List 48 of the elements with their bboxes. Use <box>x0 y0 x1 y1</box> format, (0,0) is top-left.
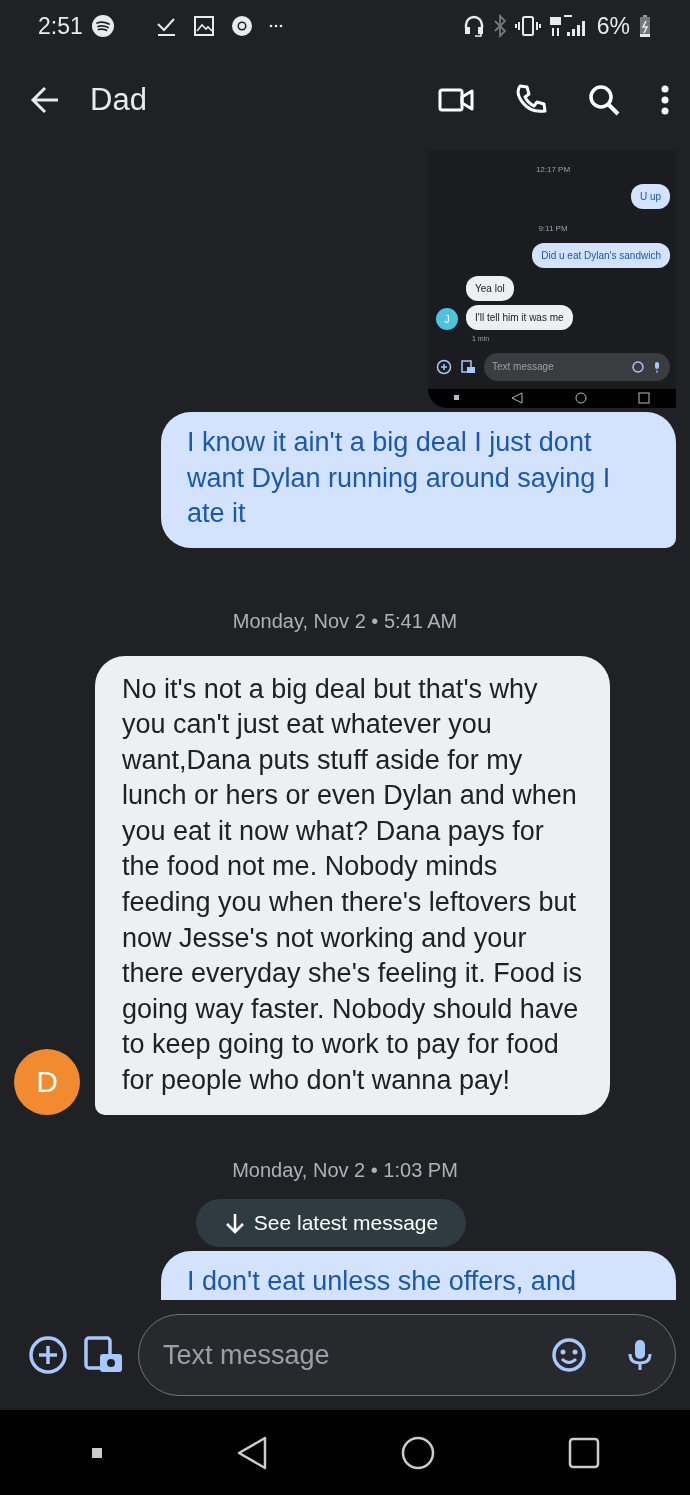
home-circle-icon <box>574 392 587 405</box>
add-button[interactable] <box>28 1335 68 1375</box>
add-icon <box>436 358 452 375</box>
more-options-icon[interactable] <box>660 85 670 115</box>
back-triangle-icon[interactable] <box>235 1434 268 1471</box>
mic-icon[interactable] <box>627 1338 653 1372</box>
browser-icon <box>230 15 253 37</box>
jump-button[interactable]: See latest message <box>196 1199 466 1247</box>
timestamp: Monday, Nov 2 • 5:41 AM <box>231 608 459 634</box>
vibrate-icon <box>514 14 541 38</box>
battery-level: 6% <box>596 11 630 41</box>
headset-icon <box>462 14 485 38</box>
message-field[interactable]: Text message <box>138 1314 676 1396</box>
contact-avatar: J <box>436 308 458 330</box>
emoji-icon[interactable] <box>551 1337 587 1373</box>
received-message: No it's not a big deal but that's why you can't just eat whatever you want,Dana puts stuff aside for my lunch or hers or even Dylan and when you eat it now what? Dana pays for the food not me. Nobody minds feeding you when there's leftovers but now Jesse's not working and your there everyday she's feeling it. Food is going way faster. Nobody should have to keep going to work to pay for food for people who don't wanna pay! <box>95 655 610 1115</box>
square-icon <box>638 392 651 405</box>
contact-name: Dad <box>90 80 147 119</box>
bluetooth-icon <box>492 14 507 38</box>
battery-icon <box>638 14 652 38</box>
sent-message: Did u eat Dylan's sandwich <box>532 243 670 268</box>
timestamp: 12:17 PM <box>534 164 572 176</box>
sent-message: I don't eat unless she offers, and <box>161 1250 676 1300</box>
clock-time: 2:51 <box>38 11 83 41</box>
down-arrow-icon <box>223 1212 246 1234</box>
placeholder-text: Text message <box>163 1338 330 1372</box>
overview-square-icon[interactable] <box>567 1436 600 1469</box>
gallery-icon <box>460 358 476 375</box>
music-app-icon <box>90 14 115 38</box>
placeholder-text: Text message <box>492 360 554 374</box>
contact-avatar: D <box>14 1048 80 1115</box>
mic-icon <box>652 360 662 373</box>
received-message: Yea lol <box>466 276 514 301</box>
sent-message: U up <box>630 184 670 209</box>
timestamp: 9:11 PM <box>537 223 569 235</box>
back-arrow-icon <box>30 85 60 115</box>
add-icon <box>28 1335 68 1375</box>
video-call-icon[interactable] <box>438 87 474 113</box>
emoji-icon <box>632 360 644 373</box>
back-button[interactable] <box>30 85 60 115</box>
back-triangle-icon <box>511 392 524 405</box>
home-circle-icon[interactable] <box>400 1435 435 1470</box>
image-icon <box>192 15 215 37</box>
timestamp: Monday, Nov 2 • 1:03 PM <box>231 1157 459 1183</box>
search-icon[interactable] <box>588 84 620 116</box>
more-icon <box>268 24 283 28</box>
received-message: I'll tell him it was me <box>466 305 573 330</box>
sent-message: I know it ain't a big deal I just dont want Dylan running around saying I ate it <box>161 412 676 548</box>
